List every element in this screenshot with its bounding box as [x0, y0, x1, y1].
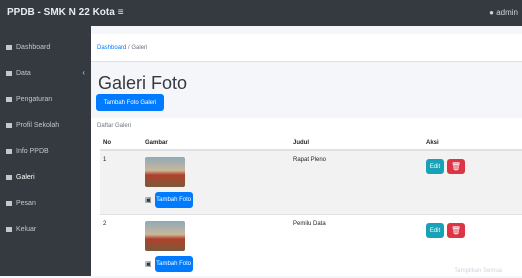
- sidebar-item-logout[interactable]: Keluar: [0, 222, 91, 236]
- gallery-thumbnail[interactable]: [145, 221, 185, 251]
- breadcrumb-home[interactable]: Dashboard: [97, 45, 126, 51]
- trash-icon: 🗑: [451, 226, 461, 235]
- sidebar-item-school-profile[interactable]: Profil Sekolah: [0, 118, 91, 132]
- row-title: Pemilu Data: [290, 215, 423, 278]
- breadcrumb-current: Galeri: [131, 45, 147, 51]
- info-icon: [6, 149, 12, 154]
- delete-button[interactable]: 🗑: [447, 159, 465, 174]
- folder-icon: [6, 71, 12, 76]
- dashboard-icon: [6, 45, 12, 50]
- logout-icon: [6, 227, 12, 232]
- menu-toggle-icon[interactable]: ≡: [118, 7, 124, 18]
- footer-text: Tampilkan Semua: [454, 268, 502, 274]
- breadcrumb: Dashboard / Galeri: [97, 45, 147, 51]
- sidebar-item-info[interactable]: Info PPDB: [0, 144, 91, 158]
- chevron-left-icon: ‹: [82, 68, 85, 77]
- gallery-card: Daftar Galeri No Gambar Judul Aksi 1 ▣ T…: [91, 118, 522, 276]
- trash-icon: 🗑: [451, 162, 461, 171]
- row-image-cell: ▣ Tambah Foto: [142, 150, 290, 215]
- envelope-icon: [6, 201, 12, 206]
- settings-icon: [6, 97, 12, 102]
- row-number: 2: [100, 215, 142, 278]
- table-header-row: No Gambar Judul Aksi: [100, 136, 522, 150]
- gallery-thumbnail[interactable]: [145, 157, 185, 187]
- image-icon: ▣: [145, 260, 152, 268]
- page-title: Galeri Foto: [98, 73, 187, 94]
- breadcrumb-bar: Dashboard / Galeri: [91, 34, 522, 62]
- sidebar-item-settings[interactable]: Pengaturan: [0, 92, 91, 106]
- row-number: 1: [100, 150, 142, 215]
- school-icon: [6, 123, 12, 128]
- row-image-cell: ▣ Tambah Foto: [142, 215, 290, 278]
- header-no: No: [100, 136, 142, 150]
- row-title: Rapat Pleno: [290, 150, 423, 215]
- top-navbar: PPDB - SMK N 22 Kota≡ ● admin: [0, 0, 522, 26]
- add-photo-button[interactable]: Tambah Foto: [155, 192, 193, 208]
- sidebar-item-dashboard[interactable]: Dashboard: [0, 40, 91, 54]
- header-title: Judul: [290, 136, 423, 150]
- sidebar-item-messages[interactable]: Pesan: [0, 196, 91, 210]
- card-title: Daftar Galeri: [97, 123, 131, 129]
- header-image: Gambar: [142, 136, 290, 150]
- table-row: 1 ▣ Tambah Foto Rapat Pleno Edit 🗑: [100, 150, 522, 215]
- sidebar-item-gallery[interactable]: Galeri: [0, 170, 91, 184]
- add-gallery-button[interactable]: Tambah Foto Galeri: [96, 94, 164, 111]
- row-actions: Edit 🗑: [423, 150, 522, 215]
- app-brand[interactable]: PPDB - SMK N 22 Kota≡: [7, 7, 124, 18]
- image-icon: [6, 175, 12, 180]
- user-name: admin: [496, 8, 518, 17]
- gallery-table: No Gambar Judul Aksi 1 ▣ Tambah Foto Rap…: [100, 136, 522, 278]
- sidebar-item-data[interactable]: Data‹: [0, 66, 91, 80]
- user-menu[interactable]: ● admin: [489, 8, 518, 17]
- image-icon: ▣: [145, 196, 152, 204]
- header-actions: Aksi: [423, 136, 522, 150]
- sidebar: Dashboard Data‹ Pengaturan Profil Sekola…: [0, 26, 91, 276]
- edit-button[interactable]: Edit: [426, 223, 444, 238]
- edit-button[interactable]: Edit: [426, 159, 444, 174]
- delete-button[interactable]: 🗑: [447, 223, 465, 238]
- add-photo-button[interactable]: Tambah Foto: [155, 256, 193, 272]
